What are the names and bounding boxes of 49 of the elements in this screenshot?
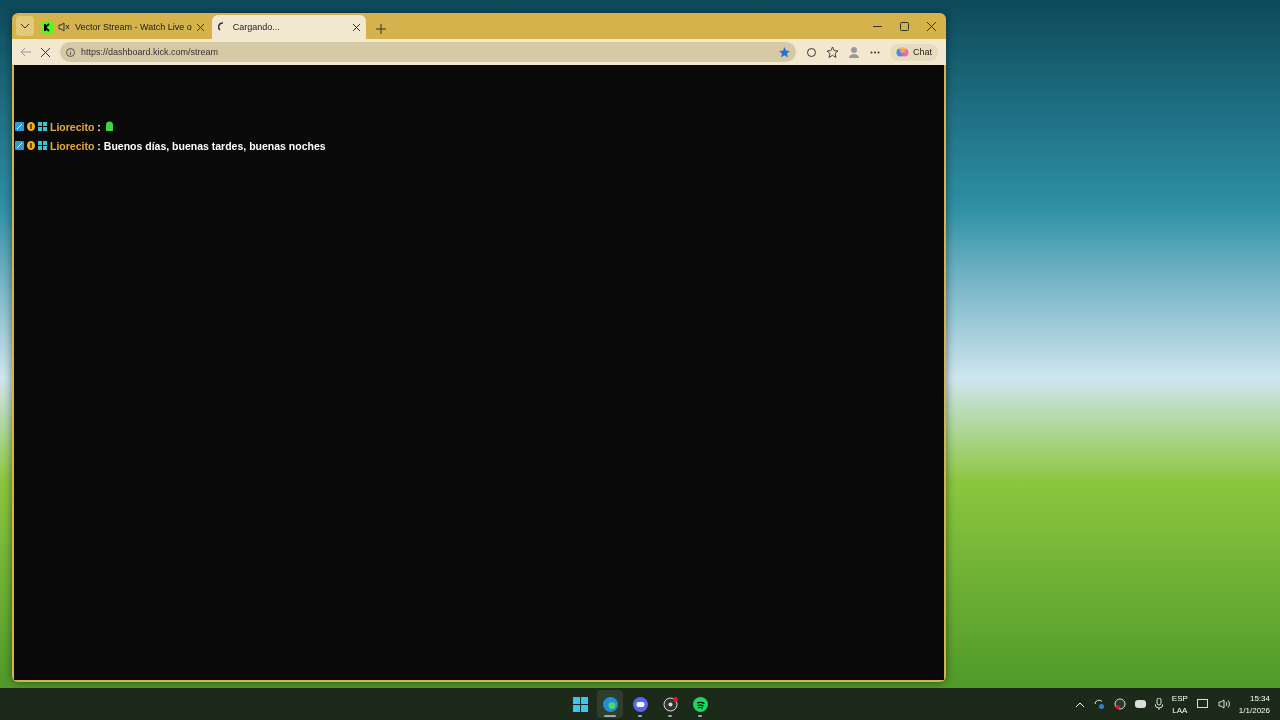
speaker-icon[interactable] <box>1217 699 1230 709</box>
chat-username: Liorecito <box>50 139 95 152</box>
aperture-icon[interactable] <box>1113 698 1126 710</box>
address-bar[interactable]: https://dashboard.kick.com/stream <box>60 42 796 62</box>
input-language[interactable]: ESP <box>1171 693 1188 703</box>
badge-icon <box>27 122 35 131</box>
tab-list-button[interactable] <box>16 16 34 36</box>
badge-icon <box>38 122 47 131</box>
star-icon[interactable] <box>779 46 790 58</box>
sync-icon[interactable] <box>1092 698 1105 710</box>
chat-username: Liorecito <box>50 120 95 133</box>
chevron-down-icon <box>21 23 29 29</box>
clock-date: 1/1/2026 <box>1238 705 1270 715</box>
clock-time: 15:34 <box>1249 693 1270 703</box>
badge-icon <box>15 122 24 131</box>
chat-button[interactable]: Chat <box>890 43 938 61</box>
url-text: https://dashboard.kick.com/stream <box>81 47 220 57</box>
new-tab-icon[interactable] <box>375 24 386 34</box>
aperture-icon <box>663 696 678 711</box>
badge-icon <box>38 141 47 150</box>
maximize-icon[interactable] <box>900 21 909 31</box>
more-options-icon[interactable] <box>870 50 880 54</box>
info-icon <box>66 47 75 57</box>
muted-speaker-icon[interactable] <box>58 22 70 32</box>
badge-icon <box>27 141 35 150</box>
chevron-up-icon[interactable] <box>1075 701 1084 707</box>
microphone-icon[interactable] <box>1154 698 1163 710</box>
copilot-logo-icon <box>896 45 909 59</box>
favorites-star-icon[interactable] <box>827 46 838 58</box>
close-icon[interactable] <box>196 23 204 31</box>
browser-icon <box>602 696 618 712</box>
chat-message: Buenos días, buenas tardes, buenas noches <box>103 139 326 152</box>
site-logo-icon <box>42 21 53 33</box>
clock[interactable]: 15:34 1/1/2026 <box>1238 693 1270 715</box>
tab-title: Vector Stream - Watch Live o <box>75 22 192 32</box>
message-separator: : <box>97 120 101 133</box>
close-icon[interactable] <box>927 21 936 31</box>
browser-tab[interactable]: Cargando... <box>211 15 366 39</box>
keyboard-layout[interactable]: LAA <box>1172 705 1188 715</box>
badge-icon <box>15 141 24 150</box>
taskbar-app[interactable] <box>597 690 623 718</box>
sound-waves-icon <box>692 696 708 712</box>
close-icon[interactable] <box>352 23 360 31</box>
emote-icon <box>103 121 115 132</box>
tab-title: Cargando... <box>232 22 281 32</box>
browser-tab[interactable]: Vector Stream - Watch Live o <box>36 15 210 39</box>
message-separator: : <box>97 139 101 152</box>
stop-loading-icon[interactable] <box>41 47 50 57</box>
windows-logo-icon <box>572 696 588 712</box>
